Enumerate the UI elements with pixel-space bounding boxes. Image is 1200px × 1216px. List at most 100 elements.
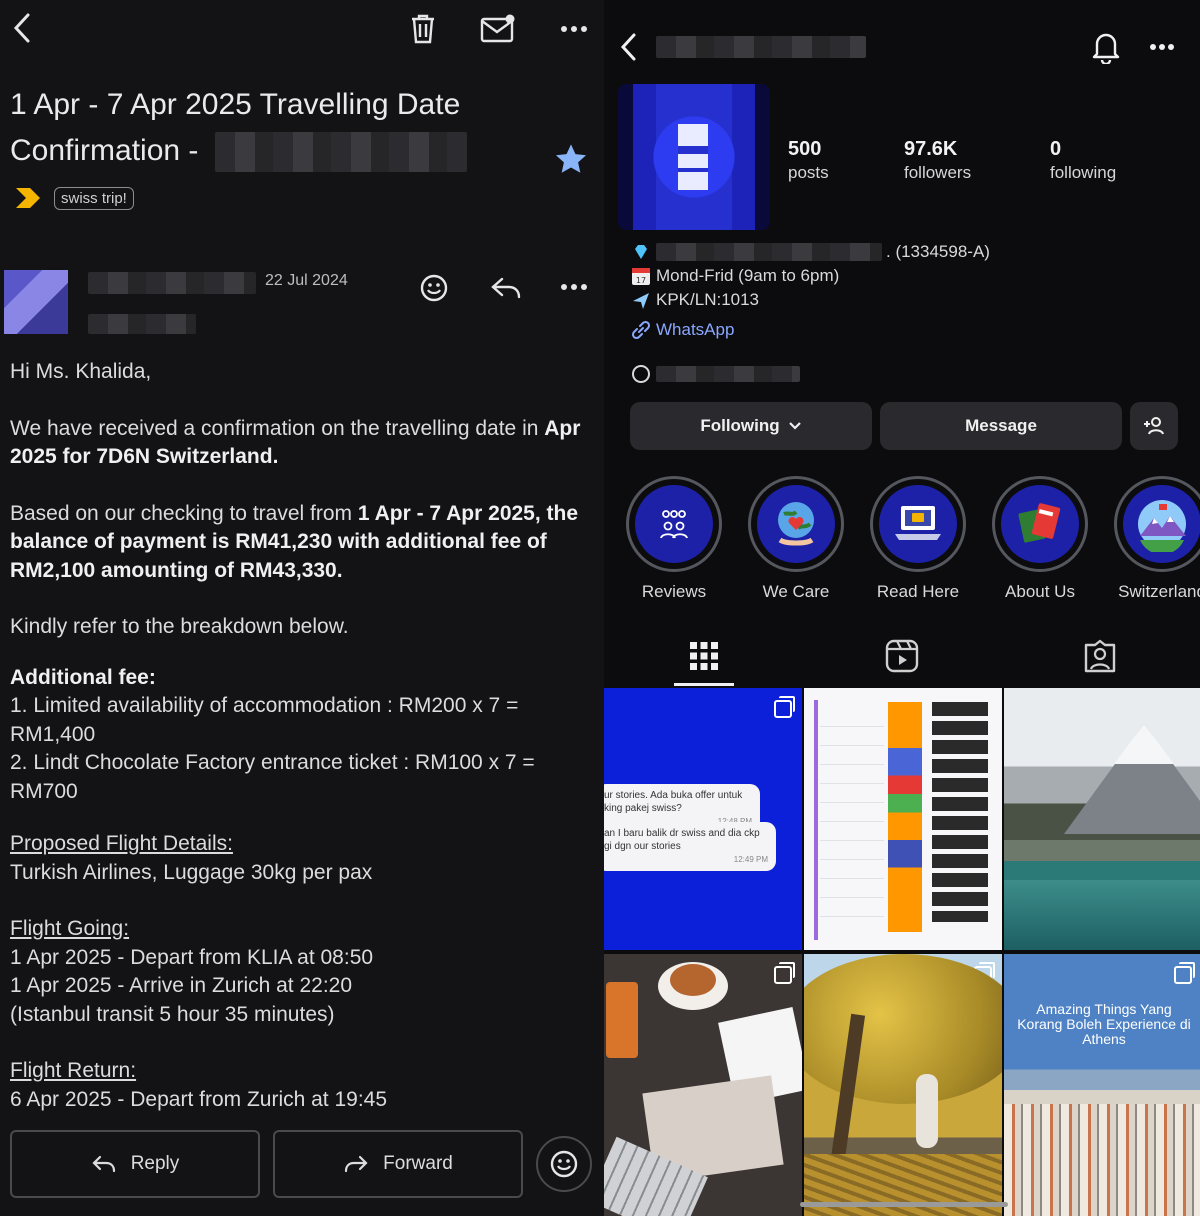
airplane-icon [630, 290, 652, 310]
emoji-reaction-button[interactable] [536, 1136, 592, 1192]
back-button[interactable] [6, 10, 38, 46]
email-subject: 1 Apr - 7 Apr 2025 Travelling Date Confi… [10, 82, 550, 174]
carousel-icon [774, 696, 795, 718]
additional-fee-section: Additional fee: 1. Limited availability … [10, 664, 585, 807]
link-icon [630, 320, 652, 340]
profile-avatar[interactable] [618, 84, 770, 230]
email-date: 22 Jul 2024 [265, 272, 348, 289]
following-button[interactable]: Following [630, 402, 872, 450]
bio-hours: 17 Mond-Frid (9am to 6pm) [630, 266, 839, 286]
svg-text:17: 17 [636, 276, 646, 285]
delete-button[interactable] [404, 10, 442, 48]
post-tile[interactable] [1004, 688, 1200, 950]
react-button[interactable] [416, 270, 452, 306]
sheet-dark-column [932, 702, 988, 922]
mail-dot-icon [480, 14, 515, 43]
tab-reels[interactable] [804, 626, 1000, 686]
flight-details-section: Proposed Flight Details: Turkish Airline… [10, 830, 585, 887]
carousel-icon [1174, 962, 1195, 984]
bio-threads-handle[interactable] [630, 364, 800, 384]
stat-followers[interactable]: 97.6K followers [904, 138, 971, 183]
star-button[interactable] [552, 140, 590, 178]
snow-cap [1114, 724, 1174, 764]
reply-label: Reply [130, 1153, 180, 1174]
tab-posts-grid[interactable] [606, 626, 802, 686]
drink-glass [606, 982, 638, 1058]
instagram-profile-pane: 500 posts 97.6K followers 0 following . (13… [604, 0, 1200, 1216]
profile-actions: Following Message [630, 402, 1186, 450]
tree-canopy [804, 954, 1002, 1104]
people-icon [660, 510, 688, 539]
reply-bar: Reply Forward [0, 1112, 604, 1216]
burger [670, 964, 716, 996]
suggested-users-button[interactable] [1130, 402, 1178, 450]
reply-arrow-icon [491, 277, 521, 299]
paragraph-1: We have received a confirmation on the t… [10, 416, 581, 469]
sheet-purple-border [814, 700, 818, 940]
fee-item-2: 2. Lindt Chocolate Factory entrance tick… [10, 751, 535, 803]
highlight-reviews[interactable]: Reviews [624, 476, 724, 602]
add-user-icon [1144, 417, 1164, 435]
subject-line-2: Confirmation - [10, 134, 199, 167]
sheet-lines [820, 708, 884, 918]
active-tab-indicator [674, 683, 734, 686]
flight-details-heading: Proposed Flight Details: [10, 832, 233, 855]
tab-tagged[interactable] [1002, 626, 1198, 686]
carousel-icon [774, 962, 795, 984]
highlight-about-us[interactable]: About Us [990, 476, 1090, 602]
more-dots-icon [561, 26, 587, 32]
greeting: Hi Ms. Khalida, [10, 360, 152, 383]
calendar-icon: 17 [630, 266, 652, 286]
paragraph-2: Based on our checking to travel from 1 A… [10, 501, 579, 582]
back-arrow-icon [620, 33, 636, 61]
forward-label: Forward [383, 1153, 453, 1174]
sender-avatar[interactable] [4, 270, 68, 334]
notifications-button[interactable] [1088, 28, 1124, 66]
flight-return-section: Flight Return: 6 Apr 2025 - Depart from … [10, 1057, 585, 1114]
mark-unread-button[interactable] [478, 10, 518, 48]
sender-row: 22 Jul 2024 [4, 258, 600, 338]
highlight-we-care[interactable]: We Care [746, 476, 846, 602]
post-tile[interactable]: ur stories. Ada buka offer untuk king pa… [604, 688, 802, 950]
home-indicator [800, 1202, 1008, 1207]
star-icon [555, 144, 587, 173]
stat-posts[interactable]: 500 posts [788, 138, 829, 183]
bio-company: . (1334598-A) [630, 242, 990, 262]
additional-fee-heading: Additional fee: [10, 665, 156, 689]
importance-marker-icon [16, 188, 40, 208]
laptop-icon [895, 506, 941, 540]
redacted-company-name [656, 243, 882, 261]
grid-icon [690, 642, 718, 670]
label-chip[interactable]: swiss trip! [54, 186, 134, 210]
flight-return-line-1: 6 Apr 2025 - Depart from Zurich at 19:45 [10, 1087, 388, 1111]
story-highlights: Reviews We Care Read Here About Us Switz… [624, 476, 1200, 606]
person [916, 1074, 938, 1148]
threads-icon [630, 364, 652, 384]
reply-button[interactable]: Reply [10, 1130, 260, 1198]
ig-back-button[interactable] [614, 30, 642, 64]
forward-button[interactable]: Forward [273, 1130, 523, 1198]
trash-icon [412, 14, 434, 44]
bio-link[interactable]: WhatsApp [630, 320, 734, 340]
flight-return-heading: Flight Return: [10, 1059, 137, 1082]
message-more-button[interactable] [556, 272, 592, 302]
post-tile[interactable]: Amazing Things Yang Korang Boleh Experie… [1004, 954, 1200, 1216]
ig-more-button[interactable] [1144, 32, 1180, 62]
redacted-username [656, 36, 866, 58]
bell-icon [1092, 33, 1120, 64]
label-row: swiss trip! [14, 186, 134, 210]
post-tile[interactable] [804, 688, 1002, 950]
back-arrow-icon [13, 13, 30, 43]
post-title: Amazing Things Yang Korang Boleh Experie… [1017, 1001, 1191, 1047]
sheet-orange-column [888, 702, 922, 932]
message-button[interactable]: Message [880, 402, 1122, 450]
highlight-switzerland[interactable]: Switzerland [1112, 476, 1200, 602]
highlight-read-here[interactable]: Read Here [868, 476, 968, 602]
reply-icon-button[interactable] [486, 270, 526, 306]
post-tile[interactable] [804, 954, 1002, 1216]
tagged-icon [1084, 639, 1116, 673]
stat-following[interactable]: 0 following [1050, 138, 1116, 183]
more-dots-icon [1150, 44, 1174, 50]
post-tile[interactable] [604, 954, 802, 1216]
more-options-button[interactable] [556, 14, 592, 44]
